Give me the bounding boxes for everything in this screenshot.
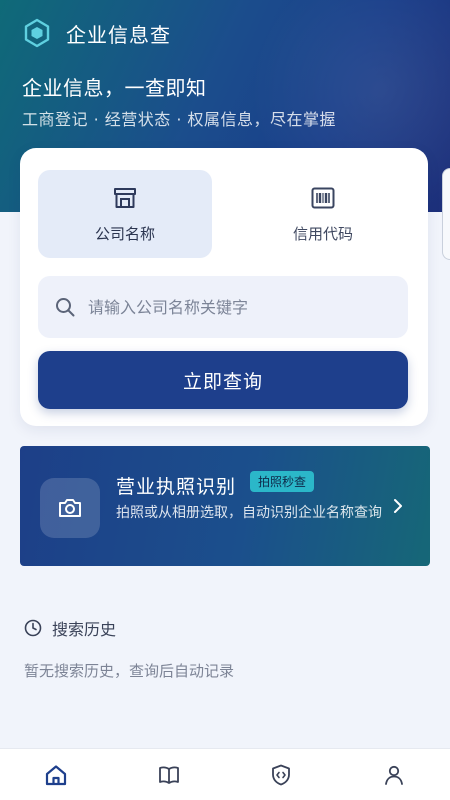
search-card: 公司名称 信用代码 立即查询	[20, 148, 428, 426]
barcode-icon	[311, 187, 335, 208]
tab-credit-code-label: 信用代码	[292, 224, 353, 243]
history-title: 搜索历史	[52, 620, 117, 639]
nav-library[interactable]	[139, 749, 199, 800]
tab-company-name-label: 公司名称	[94, 224, 155, 243]
store-icon	[114, 187, 136, 208]
search-icon	[56, 298, 75, 317]
history-empty-text: 暂无搜索历史，查询后自动记录	[24, 662, 235, 680]
license-card-title: 营业执照识别	[116, 476, 237, 498]
app-title: 企业信息查	[66, 22, 171, 47]
book-icon	[158, 765, 179, 784]
camera-icon-box	[40, 478, 100, 538]
camera-icon	[59, 499, 81, 517]
search-type-tabs: 公司名称 信用代码	[38, 170, 410, 258]
bottom-nav	[0, 748, 450, 800]
query-button[interactable]: 立即查询	[38, 351, 408, 409]
history-header: 搜索历史	[24, 616, 116, 640]
side-drawer-handle[interactable]	[442, 168, 450, 260]
sub-slogan: 工商登记 · 经营状态 · 权属信息，尽在掌握	[22, 110, 337, 129]
search-box[interactable]	[38, 276, 408, 338]
slogan: 企业信息，一查即知	[22, 76, 207, 100]
license-card-badge: 拍照秒查	[250, 471, 315, 492]
search-input[interactable]	[88, 297, 388, 317]
nav-profile[interactable]	[364, 749, 424, 800]
license-card-description: 拍照或从相册选取，自动识别企业名称查询	[116, 505, 382, 521]
brand: 企业信息查	[22, 18, 171, 48]
user-icon	[384, 765, 403, 785]
nav-home[interactable]	[26, 749, 86, 800]
nav-shield[interactable]	[251, 749, 311, 800]
license-recognition-card[interactable]: 营业执照识别 拍照秒查 拍照或从相册选取，自动识别企业名称查询	[20, 446, 430, 566]
shield-code-icon	[272, 764, 291, 785]
home-icon	[46, 764, 67, 785]
tab-credit-code[interactable]: 信用代码	[236, 170, 410, 258]
hexagon-logo-icon	[24, 18, 50, 48]
tab-company-name[interactable]: 公司名称	[38, 170, 212, 258]
clock-icon	[24, 619, 42, 637]
chevron-right-icon	[394, 499, 402, 513]
